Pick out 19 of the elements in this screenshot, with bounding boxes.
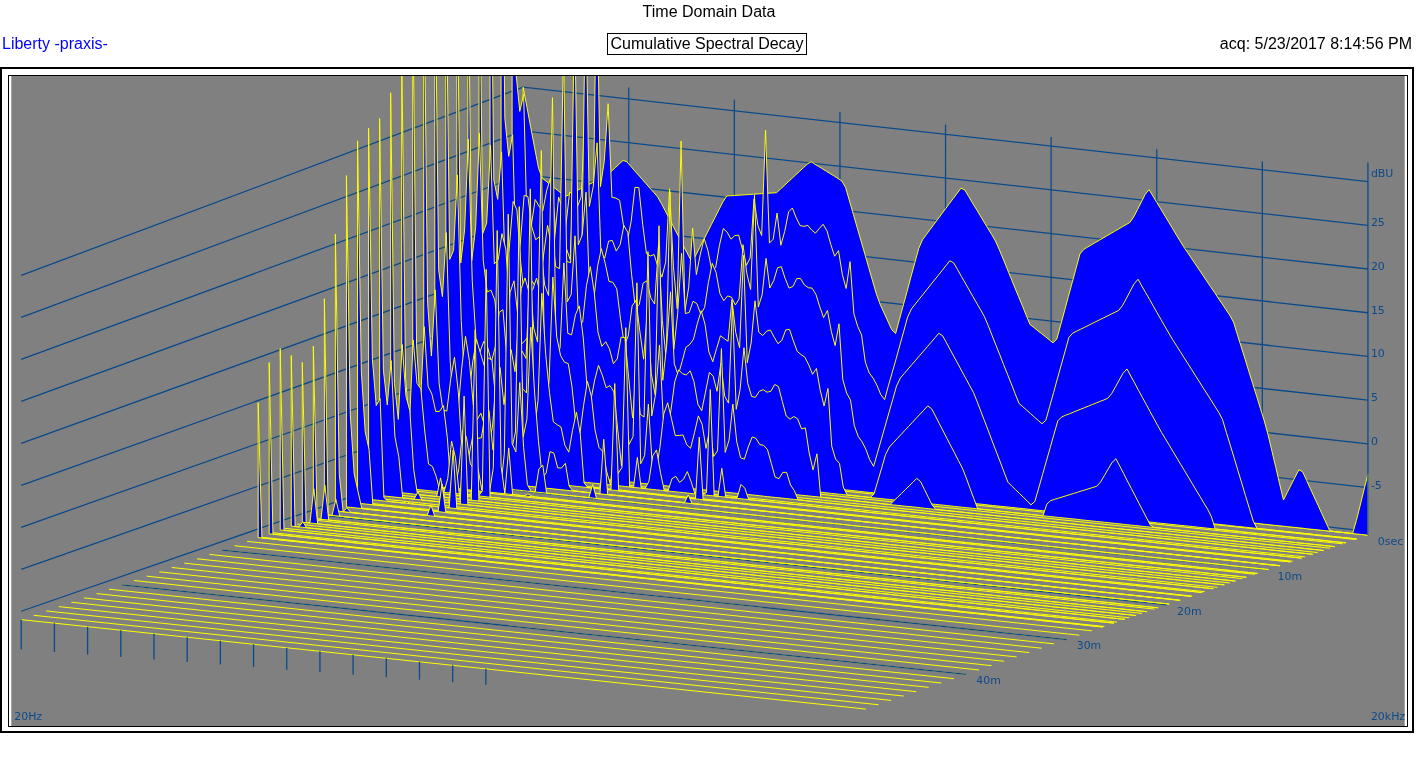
level-tick-label: -5: [1370, 478, 1382, 492]
source-label: Liberty -praxis-: [2, 35, 109, 53]
time-tick-label: 30m: [1076, 639, 1102, 653]
time-tick-label: 20m: [1177, 604, 1202, 618]
time-tick-label: 10m: [1277, 569, 1303, 583]
frequency-start-label: 20Hz: [14, 710, 43, 724]
level-axis-unit: dBU: [1370, 167, 1394, 181]
level-tick-label: 25: [1370, 216, 1385, 230]
level-tick-label: 10: [1370, 347, 1385, 361]
level-tick-label: 0: [1370, 434, 1378, 448]
acquisition-time: acq: 5/23/2017 8:14:56 PM: [1218, 35, 1412, 53]
level-tick-label: 20: [1370, 260, 1385, 273]
level-tick-label: 5: [1370, 391, 1378, 405]
time-tick-label: 0sec: [1377, 535, 1404, 549]
frequency-end-label: 20kHz: [1370, 710, 1406, 724]
window-title: Time Domain Data: [642, 3, 776, 22]
level-tick-label: 15: [1370, 303, 1385, 317]
time-tick-label: 40m: [976, 674, 1001, 688]
plot-name: Cumulative Spectral Decay: [606, 33, 808, 55]
